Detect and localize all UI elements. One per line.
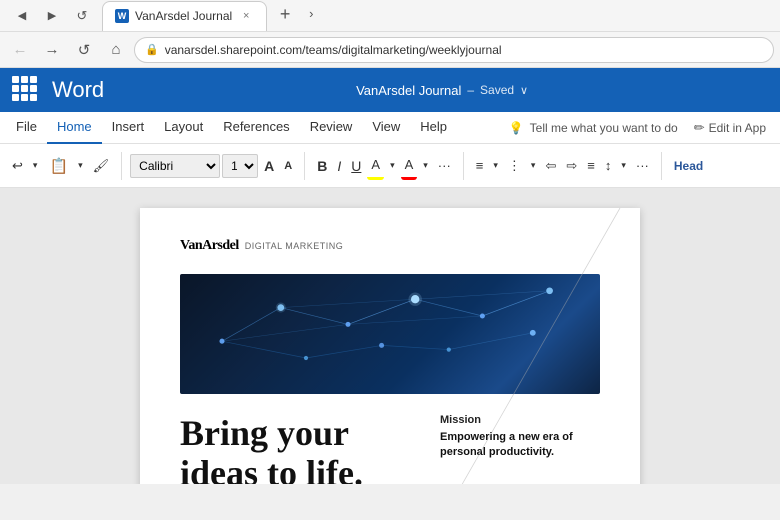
nav-refresh-btn[interactable]: ↺ [70, 36, 98, 64]
ribbon-toolbar: ↩ ▾ 📋 ▾ 🖌 Calibri 11 A A B I U A ▾ A ▾ ·… [0, 144, 780, 188]
doc-title-area: VanArsdel Journal – Saved ∨ [116, 83, 768, 98]
undo-dropdown-btn[interactable]: ▾ [29, 152, 42, 180]
document-area: VanArsdel Digital Marketing [0, 188, 780, 484]
ribbon-tabs: File Home Insert Layout References Revie… [0, 112, 780, 144]
tab-insert[interactable]: Insert [102, 112, 155, 144]
line-spacing-dropdown[interactable]: ▾ [617, 152, 630, 180]
lock-icon: 🔒 [145, 43, 159, 56]
document-page: VanArsdel Digital Marketing [140, 208, 640, 484]
format-painter-btn[interactable]: 🖌 [89, 152, 114, 180]
font-size-down-btn[interactable]: A [280, 152, 296, 180]
mission-label: Mission [440, 414, 600, 426]
tell-me-area[interactable]: 💡 Tell me what you want to do [501, 121, 686, 135]
browser-titlebar: ◀ ▶ ↺ W VanArsdel Journal × + › [0, 0, 780, 32]
browser-window-controls: ◀ ▶ ↺ [8, 2, 96, 30]
decrease-indent-btn[interactable]: ⇦ [541, 152, 560, 180]
bold-btn[interactable]: B [313, 152, 331, 180]
tab-help[interactable]: Help [410, 112, 457, 144]
address-bar[interactable]: 🔒 vanarsdel.sharepoint.com/teams/digital… [134, 37, 774, 63]
tab-view[interactable]: View [362, 112, 410, 144]
tab-title: VanArsdel Journal [135, 9, 232, 23]
clipboard-dropdown-btn[interactable]: ▾ [74, 152, 87, 180]
network-visualization [180, 274, 600, 375]
nav-back-btn[interactable]: ← [6, 36, 34, 64]
highlight-btn[interactable]: A [367, 152, 384, 180]
doc-sidebar: Mission Empowering a new era of personal… [440, 414, 600, 484]
bullets-dropdown[interactable]: ▾ [489, 152, 502, 180]
browser-tab-active[interactable]: W VanArsdel Journal × [102, 1, 267, 31]
word-app-bar: Word VanArsdel Journal – Saved ∨ [0, 68, 780, 112]
window-back-btn[interactable]: ◀ [8, 2, 36, 30]
tab-close-btn[interactable]: × [238, 8, 254, 24]
font-color-dropdown[interactable]: ▾ [419, 152, 432, 180]
word-tab-icon: W [115, 9, 129, 23]
highlight-dropdown[interactable]: ▾ [386, 152, 399, 180]
doc-headline: Bring your ideas to life. [180, 414, 420, 484]
divider-2 [304, 152, 305, 180]
edit-in-app-label: Edit in App [709, 121, 766, 135]
department-label: Digital Marketing [245, 241, 344, 251]
line-spacing-btn[interactable]: ↕ [601, 152, 616, 180]
bullets-btn[interactable]: ≡ [472, 152, 488, 180]
clipboard-group: 📋 ▾ 🖌 [45, 152, 113, 180]
tab-home[interactable]: Home [47, 112, 102, 144]
font-name-selector[interactable]: Calibri [130, 154, 220, 178]
more-list-btn[interactable]: ··· [632, 152, 653, 180]
italic-btn[interactable]: I [333, 152, 345, 180]
doc-title: VanArsdel Journal [356, 83, 461, 98]
font-group: Calibri 11 A A [130, 152, 296, 180]
headline: Bring your ideas to life. [180, 414, 420, 484]
window-forward-btn[interactable]: ▶ [38, 2, 66, 30]
font-size-up-btn[interactable]: A [260, 152, 278, 180]
undo-group: ↩ ▾ [8, 152, 41, 180]
window-refresh-btn[interactable]: ↺ [68, 2, 96, 30]
url-text: vanarsdel.sharepoint.com/teams/digitalma… [165, 43, 502, 57]
lightbulb-icon: 💡 [509, 121, 524, 135]
edit-in-app-btn[interactable]: ✏ Edit in App [686, 120, 774, 136]
doc-main-content: Bring your ideas to life. Mission Empowe… [180, 414, 600, 484]
tab-review[interactable]: Review [300, 112, 363, 144]
divider-3 [463, 152, 464, 180]
address-bar-row: ← → ↺ ⌂ 🔒 vanarsdel.sharepoint.com/teams… [0, 32, 780, 68]
heading-btn[interactable]: Head [670, 152, 707, 180]
underline-btn[interactable]: U [347, 152, 365, 180]
format-group: B I U A ▾ A ▾ ··· [313, 152, 455, 180]
doc-title-chevron[interactable]: ∨ [520, 84, 528, 97]
waffle-menu-btn[interactable] [12, 76, 40, 104]
increase-indent-btn[interactable]: ⇨ [562, 152, 581, 180]
doc-logo-area: VanArsdel Digital Marketing [180, 238, 600, 254]
tab-overflow-btn[interactable]: › [303, 6, 319, 21]
font-size-selector[interactable]: 11 [222, 154, 258, 178]
nav-home-btn[interactable]: ⌂ [102, 36, 130, 64]
separator: – [467, 83, 474, 97]
clipboard-btn[interactable]: 📋 [45, 152, 72, 180]
mission-text: Empowering a new era of personal product… [440, 430, 600, 461]
divider-1 [121, 152, 122, 180]
new-tab-button[interactable]: + [271, 1, 299, 29]
undo-btn[interactable]: ↩ [8, 152, 27, 180]
tab-references[interactable]: References [213, 112, 299, 144]
hero-image [180, 274, 600, 394]
numbers-btn[interactable]: ⋮ [504, 152, 525, 180]
word-app-name: Word [52, 77, 104, 103]
tab-file[interactable]: File [6, 112, 47, 144]
numbers-dropdown[interactable]: ▾ [527, 152, 540, 180]
list-group: ≡ ▾ ⋮ ▾ ⇦ ⇨ ≡ ↕ ▾ ··· [472, 152, 653, 180]
font-color-btn[interactable]: A [401, 152, 418, 180]
divider-4 [661, 152, 662, 180]
nav-forward-btn[interactable]: → [38, 36, 66, 64]
align-left-btn[interactable]: ≡ [583, 152, 599, 180]
saved-status: Saved [480, 83, 514, 97]
company-name: VanArsdel [180, 238, 239, 254]
tab-layout[interactable]: Layout [154, 112, 213, 144]
tell-me-text: Tell me what you want to do [530, 121, 678, 135]
pencil-icon: ✏ [694, 120, 705, 136]
more-format-btn[interactable]: ··· [434, 152, 455, 180]
